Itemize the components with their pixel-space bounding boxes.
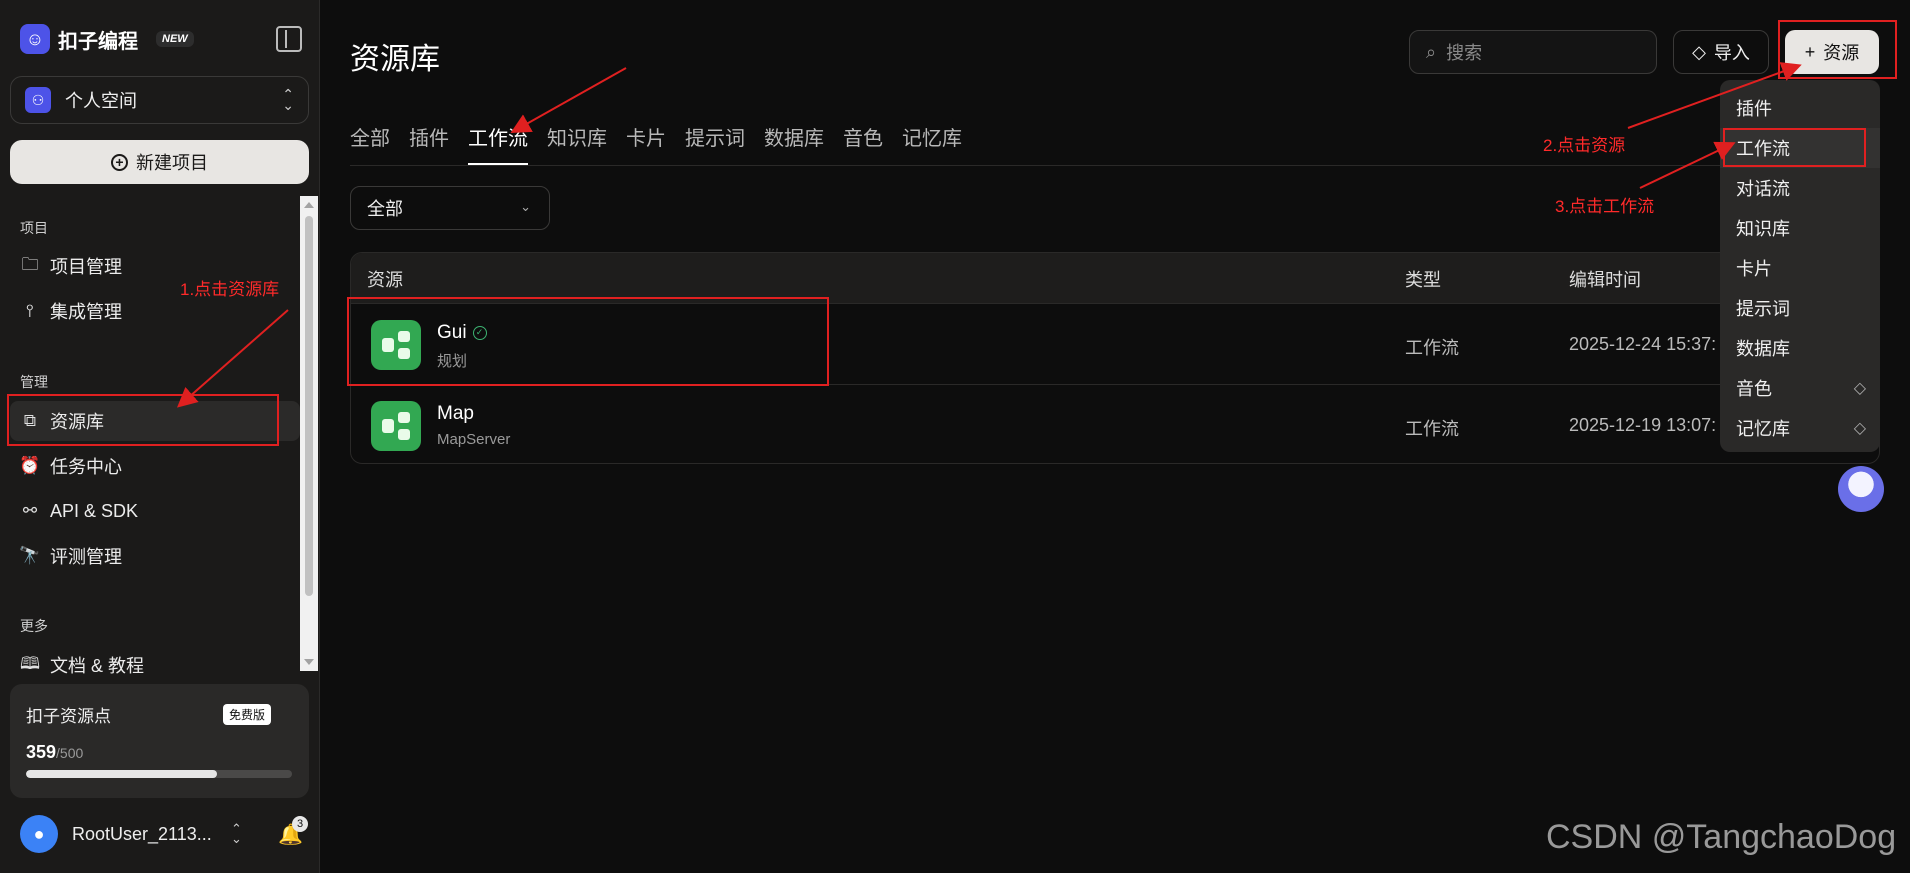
annotation-arrows: [176, 62, 1802, 408]
arrow-step3: [1639, 141, 1736, 189]
arrow-step2: [1627, 62, 1802, 129]
arrow-step1: [176, 309, 289, 408]
arrow-workflow-tab: [510, 67, 627, 133]
